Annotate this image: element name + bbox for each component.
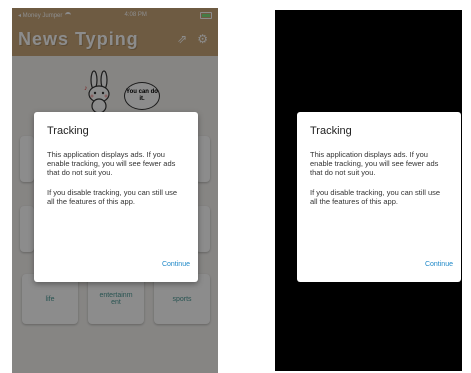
- app-screen-right: Tracking This application displays ads. …: [275, 10, 462, 371]
- dialog-paragraph: If you disable tracking, you can still u…: [47, 187, 178, 206]
- dialog-paragraph: This application displays ads. If you en…: [47, 150, 176, 178]
- tracking-dialog: Tracking This application displays ads. …: [297, 112, 461, 282]
- dialog-paragraph: This application displays ads. If you en…: [310, 150, 439, 178]
- dialog-title: Tracking: [310, 125, 352, 137]
- continue-button[interactable]: Continue: [162, 261, 190, 268]
- tracking-dialog: Tracking This application displays ads. …: [34, 112, 198, 282]
- app-screen-left: ◂ Money Jumper 4:08 PM News Typing ⇗ ⚙ ♪…: [12, 8, 218, 373]
- dialog-title: Tracking: [47, 125, 89, 137]
- continue-button[interactable]: Continue: [425, 261, 453, 268]
- dialog-paragraph: If you disable tracking, you can still u…: [310, 187, 441, 206]
